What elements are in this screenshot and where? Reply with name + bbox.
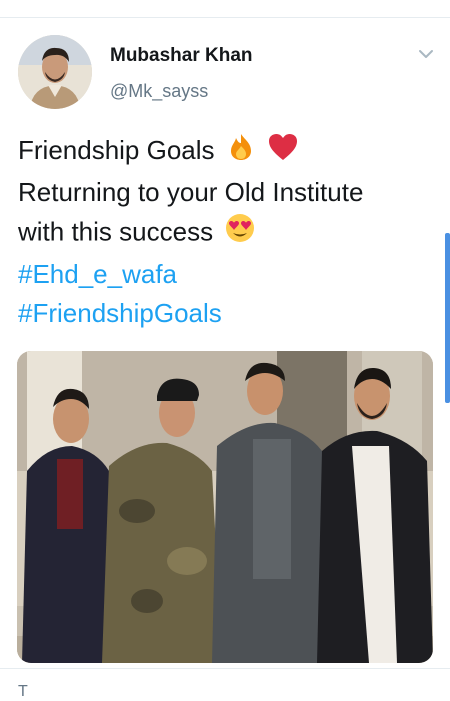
tweet-line: with this success	[18, 212, 438, 255]
fire-emoji-icon	[226, 132, 256, 173]
next-tweet-preview: T	[18, 683, 29, 700]
avatar[interactable]	[18, 35, 92, 109]
top-divider	[0, 17, 450, 18]
hashtag-link[interactable]: #FriendshipGoals	[18, 294, 438, 333]
hashtag-link[interactable]: #Ehd_e_wafa	[18, 255, 438, 294]
tweet-photo[interactable]	[17, 351, 433, 663]
tweet-line-text: with this success	[18, 216, 214, 246]
tweet-text: Friendship Goals Returning to your Old I…	[18, 131, 438, 333]
tweet-line: Friendship Goals	[18, 131, 438, 173]
bottom-divider	[0, 668, 450, 669]
tweet-line-text: Friendship Goals	[18, 135, 215, 165]
avatar-photo	[18, 35, 92, 109]
heart-eyes-emoji-icon	[224, 212, 256, 255]
author-name[interactable]: Mubashar Khan	[110, 45, 253, 67]
author-handle[interactable]: @Mk_sayss	[110, 81, 208, 102]
chevron-down-icon[interactable]	[416, 44, 436, 64]
red-heart-emoji-icon	[267, 132, 299, 173]
scroll-indicator[interactable]	[445, 233, 450, 403]
tweet-line: Returning to your Old Institute	[18, 176, 364, 207]
